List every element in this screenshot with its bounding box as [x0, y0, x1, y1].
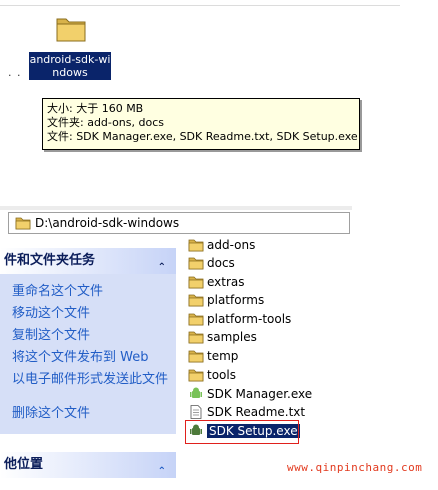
- list-item[interactable]: temp: [188, 347, 238, 365]
- file-name: add-ons: [207, 238, 256, 252]
- task-rename[interactable]: 重命名这个文件: [12, 284, 168, 299]
- places-pane-header[interactable]: 他位置 ⌃: [0, 452, 176, 478]
- list-item[interactable]: add-ons: [188, 236, 255, 254]
- tooltip-files: 文件: SDK Manager.exe, SDK Readme.txt, SDK…: [47, 130, 358, 143]
- file-name: tools: [207, 368, 236, 382]
- selected-folder-label[interactable]: android-sdk-wi ndows: [29, 52, 111, 80]
- list-item[interactable]: SDK Manager.exe: [188, 385, 312, 403]
- places-pane-title: 他位置: [4, 457, 44, 472]
- collapse-chevron-icon[interactable]: ⌃: [158, 459, 166, 485]
- top-divider: [0, 5, 400, 6]
- file-name: SDK Readme.txt: [207, 405, 306, 419]
- address-bar[interactable]: D:\android-sdk-windows: [8, 212, 350, 234]
- list-item[interactable]: extras: [188, 273, 245, 291]
- file-list: add-ons docs extras platforms platform-t…: [188, 236, 388, 446]
- file-name: extras: [207, 275, 245, 289]
- folder-icon: [15, 217, 31, 230]
- task-list: 重命名这个文件 移动这个文件 复制这个文件 将这个文件发布到 Web 以电子邮件…: [0, 276, 176, 434]
- folder-label-line1: android-sdk-wi: [29, 53, 111, 66]
- folder-icon: [188, 239, 204, 252]
- list-item[interactable]: platform-tools: [188, 310, 291, 328]
- task-publish-web[interactable]: 将这个文件发布到 Web: [12, 350, 168, 365]
- task-move[interactable]: 移动这个文件: [12, 306, 168, 321]
- folder-icon[interactable]: [55, 13, 87, 43]
- task-email[interactable]: 以电子邮件形式发送此文件: [12, 372, 168, 387]
- file-name: platform-tools: [207, 312, 292, 326]
- task-copy[interactable]: 复制这个文件: [12, 328, 168, 343]
- task-pane-title: 件和文件夹任务: [4, 253, 96, 268]
- list-item[interactable]: platforms: [188, 291, 264, 309]
- folder-icon: [188, 313, 204, 326]
- tooltip-folders: 文件夹: add-ons, docs: [47, 116, 164, 129]
- folder-icon: [188, 294, 204, 307]
- file-name: temp: [207, 349, 239, 363]
- folder-icon: [188, 257, 204, 270]
- task-pane-header[interactable]: 件和文件夹任务 ⌃: [0, 248, 176, 274]
- list-item[interactable]: tools: [188, 366, 236, 384]
- folder-icon: [188, 350, 204, 363]
- file-name: platforms: [207, 293, 265, 307]
- list-item[interactable]: docs: [188, 254, 235, 272]
- toolbar-strip: [0, 206, 352, 210]
- android-icon: [190, 387, 202, 398]
- file-name: SDK Manager.exe: [207, 387, 313, 401]
- text-file-icon: [190, 405, 202, 419]
- folder-label-line2: ndows: [52, 66, 88, 79]
- file-name: samples: [207, 330, 257, 344]
- task-delete[interactable]: 删除这个文件: [12, 406, 168, 421]
- list-item[interactable]: samples: [188, 328, 257, 346]
- file-name: docs: [207, 256, 235, 270]
- list-item[interactable]: SDK Readme.txt: [188, 403, 305, 421]
- watermark: www.qinpinchang.com: [287, 461, 423, 474]
- folder-icon: [188, 276, 204, 289]
- tooltip-size: 大小: 大于 160 MB: [47, 102, 144, 115]
- folder-info-tooltip: 大小: 大于 160 MB 文件夹: add-ons, docs 文件: SDK…: [42, 98, 360, 150]
- folder-icon: [188, 331, 204, 344]
- highlight-box: [185, 420, 299, 444]
- address-path: D:\android-sdk-windows: [35, 216, 180, 230]
- parent-dots: . .: [8, 66, 22, 79]
- folder-icon: [188, 369, 204, 382]
